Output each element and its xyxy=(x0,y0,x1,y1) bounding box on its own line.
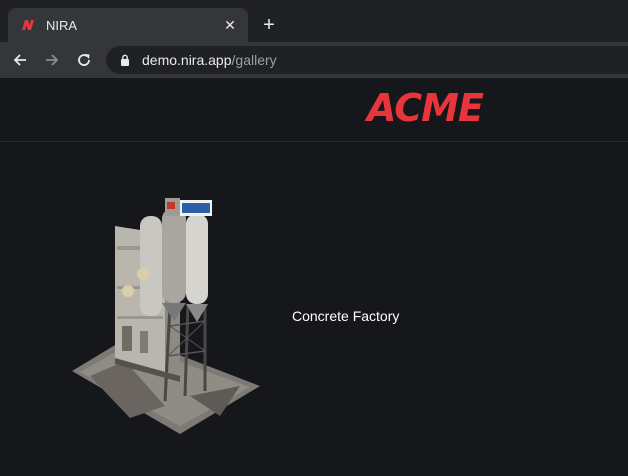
site-header: ACME xyxy=(0,78,628,142)
arrow-right-icon xyxy=(46,54,59,66)
nira-logo-icon xyxy=(20,17,36,33)
reload-button[interactable] xyxy=(70,46,98,74)
page-content: ACME Concrete Factory xyxy=(0,78,628,476)
gallery-item[interactable]: Concrete Factory xyxy=(70,186,420,436)
forward-button[interactable] xyxy=(38,46,66,74)
url-host: demo.nira.app xyxy=(142,52,232,68)
concrete-factory-thumbnail[interactable] xyxy=(70,186,265,434)
close-tab-icon[interactable]: ✕ xyxy=(220,15,240,35)
new-tab-button[interactable]: + xyxy=(258,14,280,36)
tab-title: NIRA xyxy=(46,17,78,33)
gallery-item-label[interactable]: Concrete Factory xyxy=(292,308,399,324)
back-button[interactable] xyxy=(6,46,34,74)
arrow-left-icon xyxy=(13,54,26,66)
url-path: /gallery xyxy=(231,52,277,68)
lock-icon xyxy=(118,53,132,67)
browser-toolbar: demo.nira.app/gallery xyxy=(0,42,628,78)
acme-logo[interactable]: ACME xyxy=(367,86,484,130)
browser-tab[interactable]: NIRA ✕ xyxy=(8,8,248,42)
reload-icon xyxy=(78,54,90,66)
url-text: demo.nira.app/gallery xyxy=(142,52,277,68)
tab-strip: NIRA ✕ + xyxy=(0,0,628,42)
address-bar[interactable]: demo.nira.app/gallery xyxy=(106,46,628,74)
